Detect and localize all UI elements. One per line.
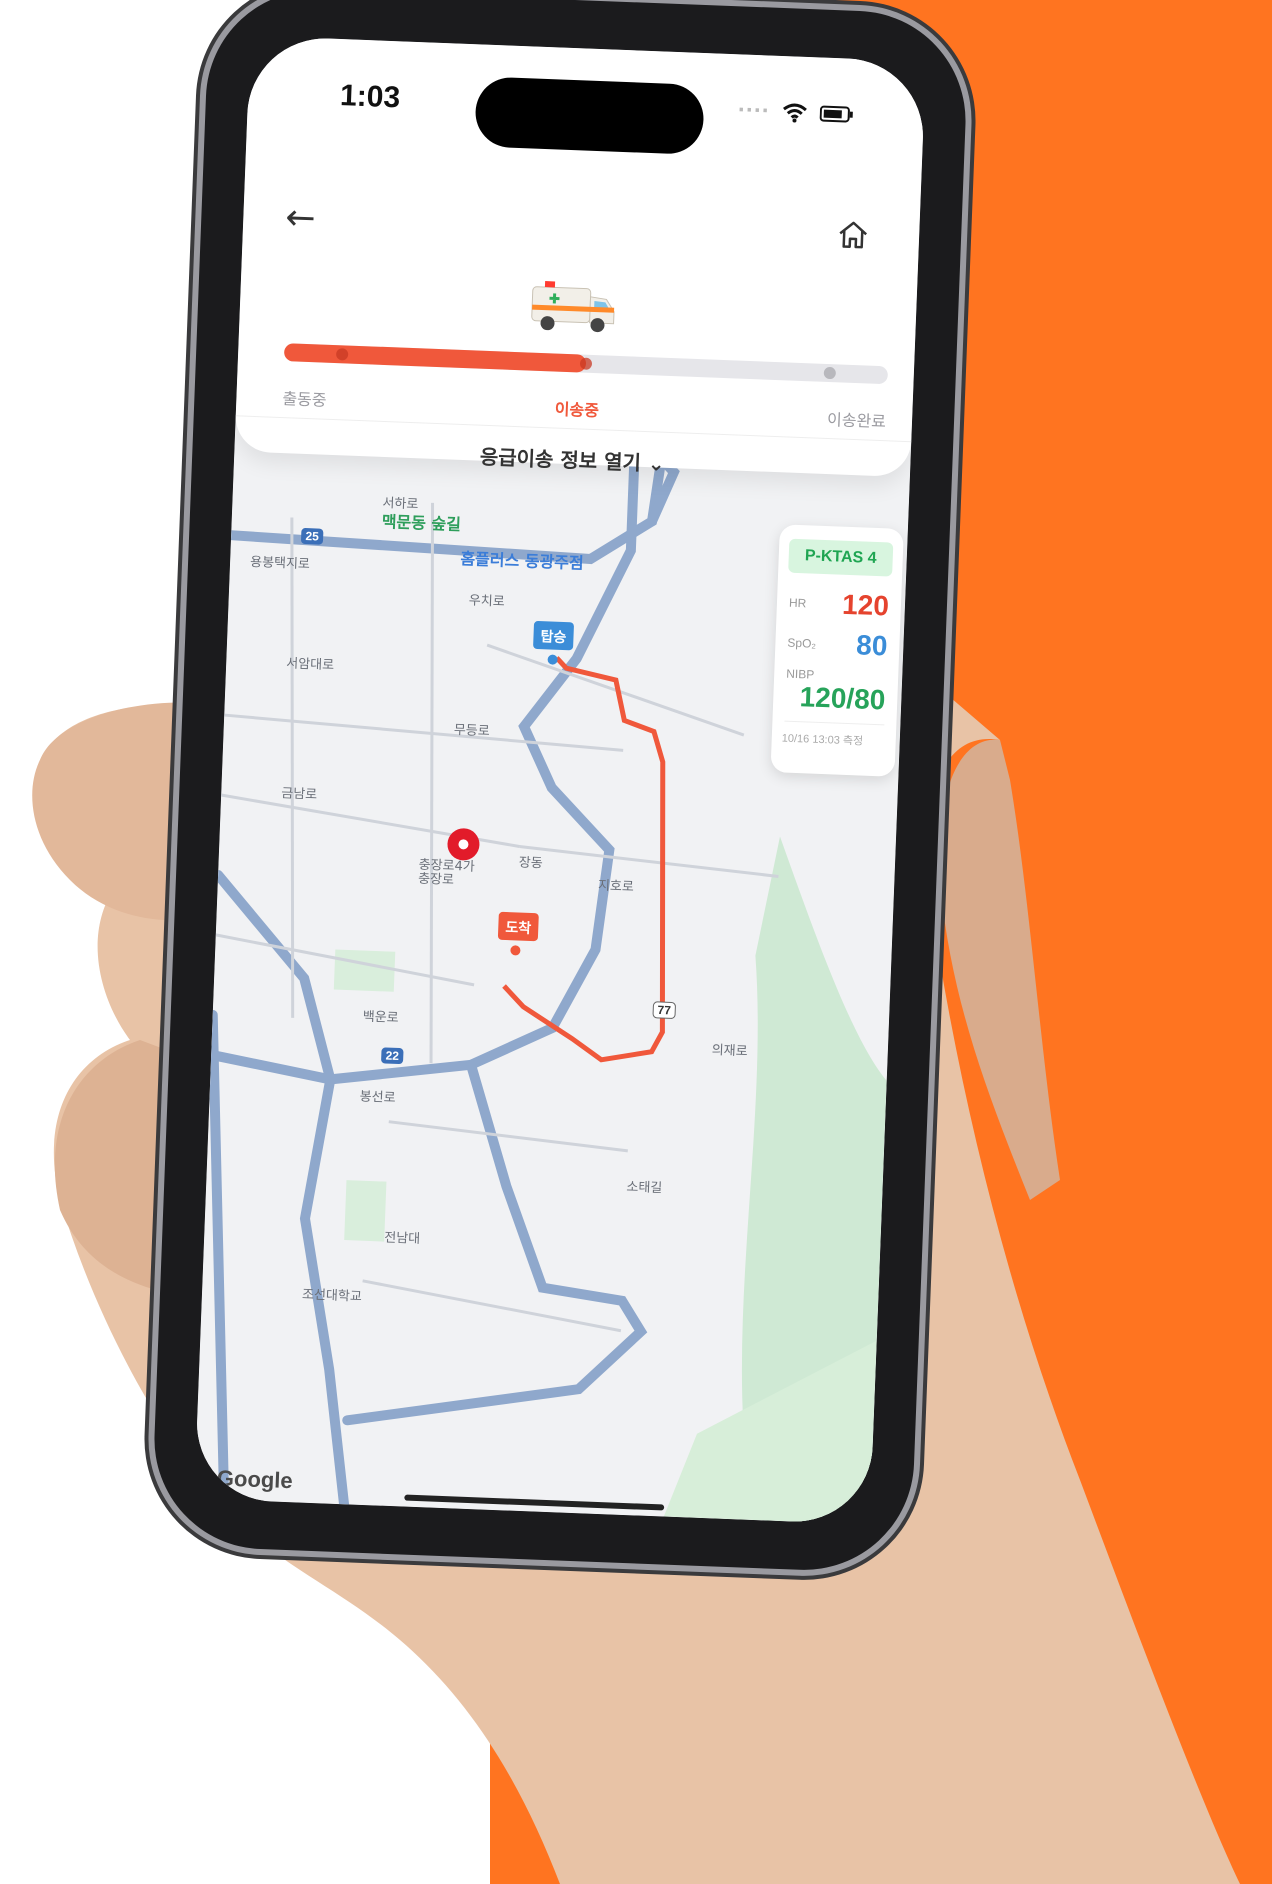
home-button[interactable] bbox=[834, 216, 876, 258]
map-place-park: 맥문동 숲길 bbox=[381, 512, 461, 534]
route-badge-25: 25 bbox=[305, 529, 319, 544]
step-transporting: 이송중 bbox=[554, 399, 600, 421]
hr-value: 120 bbox=[841, 588, 890, 622]
google-attribution: Google bbox=[216, 1465, 294, 1494]
map-place-4: 우치로 bbox=[469, 593, 505, 609]
route-badge-22: 22 bbox=[385, 1049, 399, 1064]
spo2-label: SpO₂ bbox=[787, 635, 817, 651]
status-time: 1:03 bbox=[339, 79, 401, 115]
signal-indicator: ···· bbox=[737, 96, 771, 125]
map-pickup-label: 탑승 bbox=[540, 629, 566, 646]
dynamic-island bbox=[474, 76, 705, 155]
vitals-divider bbox=[784, 720, 885, 726]
map-place-12: 소태길 bbox=[626, 1180, 662, 1196]
step-dispatching: 출동중 bbox=[282, 389, 327, 410]
phone-screen: 탑승 도착 서하로 용봉택지로 서암대로 우치로 금남로 무등로 지호로 충장로… bbox=[194, 35, 926, 1525]
spo2-row: SpO₂ 80 bbox=[775, 622, 900, 667]
battery-icon bbox=[819, 105, 853, 123]
progress-step-labels: 출동중 이송중 이송완료 bbox=[282, 385, 886, 432]
hr-label: HR bbox=[788, 595, 807, 611]
map-place-11: 의재로 bbox=[711, 1043, 747, 1059]
map-place-2: 용봉택지로 bbox=[250, 555, 310, 572]
step-completed: 이송완료 bbox=[826, 409, 887, 432]
vitals-card[interactable]: P-KTAS 4 HR 120 SpO₂ 80 NIBP 120/80 10/1… bbox=[770, 524, 904, 777]
map-place-7: 지호로 bbox=[598, 879, 634, 895]
map-place-13: 전남대 bbox=[384, 1231, 420, 1247]
home-icon bbox=[839, 221, 868, 249]
map-place-15: 봉선로 bbox=[359, 1090, 395, 1106]
map-place-16: 조선대학교 bbox=[302, 1287, 362, 1304]
transport-progress-fill bbox=[283, 343, 587, 373]
progress-step-dot bbox=[823, 366, 837, 380]
hr-row: HR 120 bbox=[776, 582, 901, 627]
back-button[interactable]: ← bbox=[285, 197, 327, 239]
route-badge-77: 77 bbox=[657, 1003, 671, 1018]
info-toggle-label: 응급이송 정보 열기 bbox=[479, 444, 642, 475]
map-place-8: 충장로 bbox=[418, 872, 454, 888]
measured-time: 10/16 13:03 측정 bbox=[781, 732, 864, 748]
map-place-6: 무등로 bbox=[454, 723, 490, 739]
map-place-14: 백운로 bbox=[362, 1010, 398, 1026]
map-place-9: 장동 bbox=[518, 855, 543, 871]
status-icons: ···· bbox=[737, 96, 854, 128]
wifi-icon bbox=[783, 103, 807, 123]
map-place-3: 서암대로 bbox=[286, 656, 334, 673]
ambulance-icon bbox=[531, 281, 615, 333]
progress-step-dot bbox=[579, 357, 593, 370]
ktas-badge: P-KTAS 4 bbox=[788, 538, 894, 577]
map-place-1: 서하로 bbox=[382, 496, 418, 512]
map-place-5: 금남로 bbox=[281, 786, 317, 802]
transport-progress-bar bbox=[283, 343, 889, 385]
nibp-value: 120/80 bbox=[799, 681, 886, 716]
spo2-value: 80 bbox=[855, 629, 888, 662]
map-arrival-label: 도착 bbox=[505, 919, 532, 937]
map-place-10: 충장로4가 bbox=[418, 858, 475, 875]
chevron-down-icon: ⌄ bbox=[647, 451, 666, 476]
phone: 탑승 도착 서하로 용봉택지로 서암대로 우치로 금남로 무등로 지호로 충장로… bbox=[150, 0, 970, 1575]
phone-frame: 탑승 도착 서하로 용봉택지로 서암대로 우치로 금남로 무등로 지호로 충장로… bbox=[150, 0, 970, 1575]
arrow-left-icon: ← bbox=[284, 197, 317, 240]
